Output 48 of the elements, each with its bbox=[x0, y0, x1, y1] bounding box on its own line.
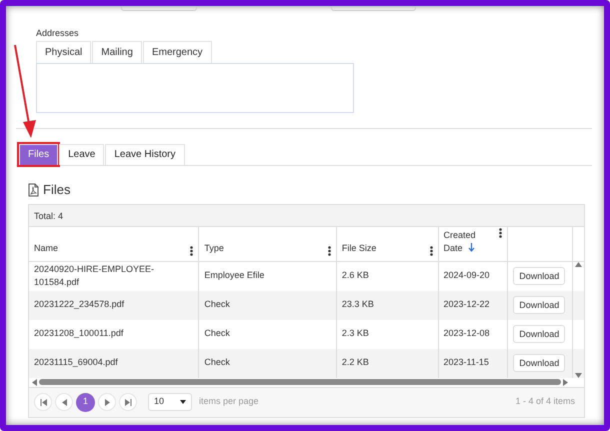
next-page-icon bbox=[104, 398, 110, 406]
tab[interactable]: Files bbox=[19, 144, 58, 165]
scroll-down-icon bbox=[575, 372, 582, 378]
caret-icon bbox=[180, 400, 186, 404]
table-cell: 2023-12-22 bbox=[438, 290, 508, 320]
more-options-icon bbox=[499, 228, 502, 238]
table-cell: Check bbox=[199, 290, 337, 320]
more-options-icon bbox=[430, 246, 432, 256]
total-count: Total: 4 bbox=[34, 210, 64, 220]
last-page-icon bbox=[124, 398, 132, 406]
column-header[interactable]: Created Date bbox=[438, 226, 508, 260]
table-cell: 20231222_234578.pdf bbox=[29, 290, 200, 320]
pdf-file-icon bbox=[28, 182, 39, 197]
table-cell: 23.3 KB bbox=[336, 290, 438, 320]
table-cell: 2.2 KB bbox=[336, 348, 438, 378]
tab[interactable]: Leave bbox=[59, 144, 104, 165]
tab[interactable]: Physical bbox=[36, 40, 92, 62]
tab[interactable]: Leave History bbox=[105, 144, 185, 165]
previous-page-icon bbox=[60, 398, 68, 406]
page-button[interactable]: 1 bbox=[76, 392, 95, 412]
first-page-button[interactable] bbox=[34, 393, 52, 411]
first-page-icon bbox=[40, 398, 46, 406]
table-cell: Check bbox=[199, 348, 337, 378]
pager-summary: 1 - 4 of 4 items bbox=[515, 395, 575, 408]
column-header[interactable]: File Size bbox=[336, 226, 438, 260]
page-size-label: items per page bbox=[199, 395, 259, 408]
section-title: Files bbox=[43, 181, 70, 199]
column-header[interactable]: Type bbox=[199, 226, 337, 260]
page-size-dropdown[interactable]: 10 bbox=[148, 393, 192, 411]
next-page-button[interactable] bbox=[98, 393, 116, 411]
table-cell: 20231115_69004.pdf bbox=[29, 348, 200, 378]
table-cell: 2023-11-15 bbox=[438, 348, 508, 378]
column-header[interactable]: Name bbox=[29, 226, 200, 260]
tab[interactable]: Emergency bbox=[142, 40, 212, 62]
tab[interactable]: Mailing bbox=[92, 40, 142, 62]
download-button[interactable]: Download bbox=[513, 267, 566, 285]
last-page-button[interactable] bbox=[119, 393, 137, 411]
scroll-up-icon bbox=[575, 262, 582, 266]
more-options-icon bbox=[328, 246, 331, 256]
download-button[interactable]: Download bbox=[513, 325, 566, 343]
scroll-left-icon bbox=[32, 378, 37, 386]
download-button[interactable]: Download bbox=[513, 296, 566, 314]
more-options-icon bbox=[190, 246, 194, 256]
previous-page-button[interactable] bbox=[55, 393, 73, 411]
section-label: Addresses bbox=[36, 27, 79, 40]
scroll-right-icon bbox=[563, 378, 568, 386]
scrollbar-thumb[interactable] bbox=[39, 379, 561, 385]
download-button[interactable]: Download bbox=[513, 354, 566, 372]
